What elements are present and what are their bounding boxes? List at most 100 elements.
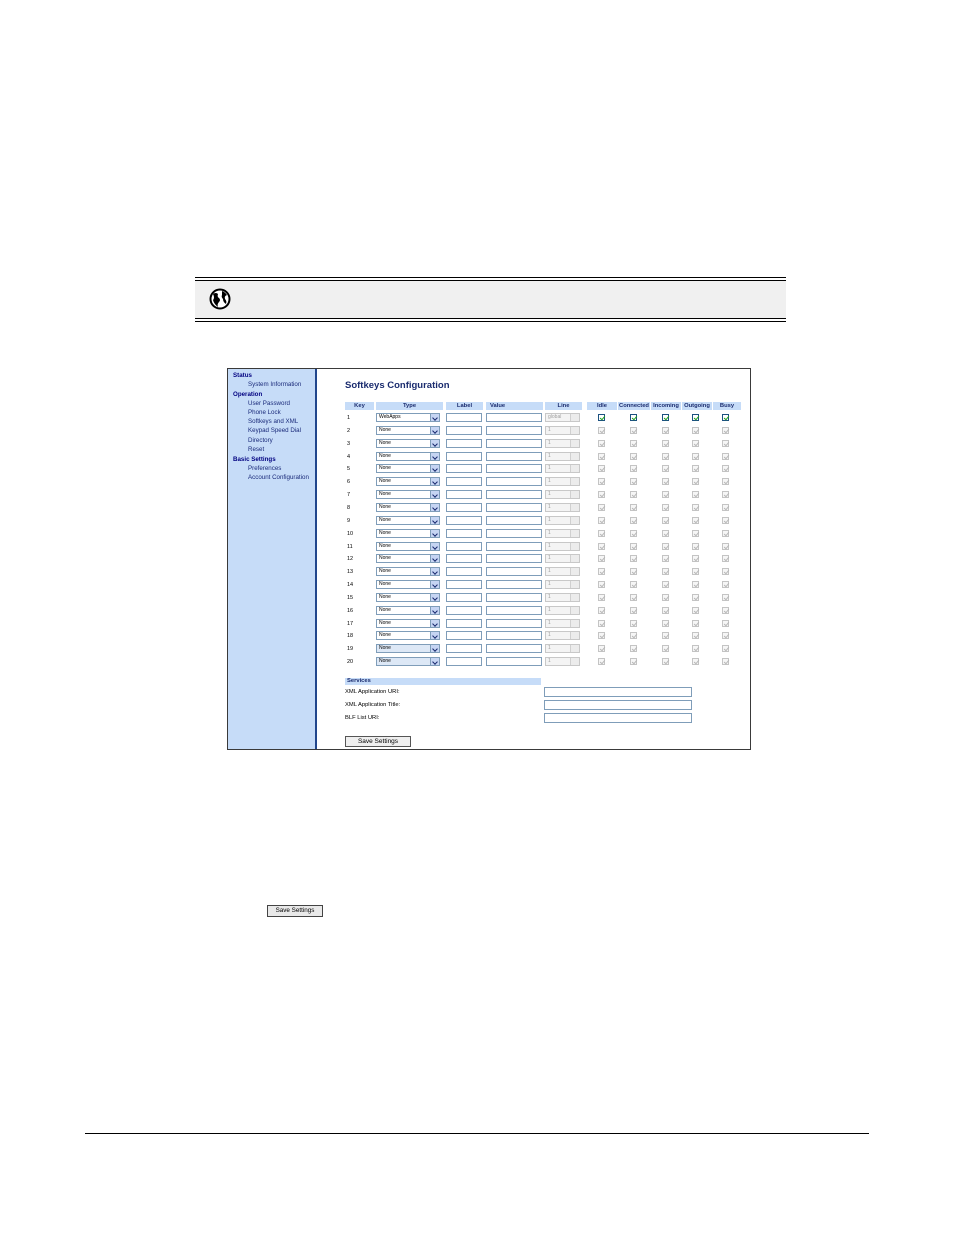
type-select[interactable]: None [376,567,440,577]
value-input[interactable] [486,477,542,487]
label-input[interactable] [446,515,482,525]
value-input[interactable] [486,580,542,590]
outgoing-checkbox[interactable] [692,593,699,601]
connected-checkbox[interactable] [630,593,637,601]
idle-checkbox[interactable] [598,439,605,447]
value-input[interactable] [486,515,542,525]
idle-checkbox[interactable] [598,645,605,653]
connected-checkbox[interactable] [630,465,637,473]
connected-checkbox[interactable] [630,503,637,511]
nav-directory[interactable]: Directory [248,437,273,444]
chevron-down-icon[interactable] [430,516,439,524]
type-select[interactable]: None [376,528,440,538]
outgoing-checkbox[interactable] [692,555,699,563]
label-input[interactable] [446,528,482,538]
chevron-down-icon[interactable] [430,568,439,576]
nav-preferences[interactable]: Preferences [248,465,281,472]
chevron-down-icon[interactable] [430,619,439,627]
idle-checkbox[interactable] [598,593,605,601]
chevron-down-icon[interactable] [570,593,579,601]
busy-checkbox[interactable] [722,491,729,499]
incoming-checkbox[interactable] [662,581,669,589]
chevron-down-icon[interactable] [430,581,439,589]
incoming-checkbox[interactable] [662,503,669,511]
line-select[interactable]: 1 [545,425,580,435]
connected-checkbox[interactable] [630,516,637,524]
connected-checkbox[interactable] [630,439,637,447]
nav-phone-lock[interactable]: Phone Lock [248,409,281,416]
connected-checkbox[interactable] [630,606,637,614]
line-select[interactable]: 1 [545,464,580,474]
outgoing-checkbox[interactable] [692,478,699,486]
incoming-checkbox[interactable] [662,568,669,576]
busy-checkbox[interactable] [722,503,729,511]
type-select[interactable]: None [376,451,440,461]
idle-checkbox[interactable] [598,632,605,640]
chevron-down-icon[interactable] [430,658,439,666]
idle-checkbox[interactable] [598,414,605,421]
incoming-checkbox[interactable] [662,414,669,421]
connected-checkbox[interactable] [630,658,637,666]
outgoing-checkbox[interactable] [692,503,699,511]
chevron-down-icon[interactable] [430,542,439,550]
line-select[interactable]: 1 [545,541,580,551]
line-select[interactable]: 1 [545,528,580,538]
type-select[interactable]: None [376,618,440,628]
label-input[interactable] [446,413,482,422]
nav-keypad-speed-dial[interactable]: Keypad Speed Dial [248,427,301,434]
outgoing-checkbox[interactable] [692,414,699,421]
line-select[interactable]: 1 [545,631,580,641]
connected-checkbox[interactable] [630,491,637,499]
type-select[interactable]: None [376,580,440,590]
connected-checkbox[interactable] [630,426,637,434]
value-input[interactable] [486,631,542,641]
idle-checkbox[interactable] [598,452,605,460]
chevron-down-icon[interactable] [430,426,439,434]
xml-app-title-input[interactable] [544,700,692,710]
chevron-down-icon[interactable] [570,478,579,486]
chevron-down-icon[interactable] [430,529,439,537]
chevron-down-icon[interactable] [430,414,439,421]
connected-checkbox[interactable] [630,478,637,486]
busy-checkbox[interactable] [722,478,729,486]
line-select[interactable]: 1 [545,502,580,512]
chevron-down-icon[interactable] [570,581,579,589]
chevron-down-icon[interactable] [430,632,439,640]
chevron-down-icon[interactable] [570,516,579,524]
connected-checkbox[interactable] [630,542,637,550]
connected-checkbox[interactable] [630,452,637,460]
chevron-down-icon[interactable] [430,503,439,511]
chevron-down-icon[interactable] [430,606,439,614]
chevron-down-icon[interactable] [430,465,439,473]
value-input[interactable] [486,490,542,500]
idle-checkbox[interactable] [598,503,605,511]
value-input[interactable] [486,554,542,564]
outgoing-checkbox[interactable] [692,516,699,524]
chevron-down-icon[interactable] [570,542,579,550]
label-input[interactable] [446,631,482,641]
busy-checkbox[interactable] [722,555,729,563]
idle-checkbox[interactable] [598,491,605,499]
busy-checkbox[interactable] [722,645,729,653]
label-input[interactable] [446,618,482,628]
type-select[interactable]: None [376,657,440,667]
label-input[interactable] [446,580,482,590]
label-input[interactable] [446,451,482,461]
label-input[interactable] [446,541,482,551]
nav-system-information[interactable]: System Information [248,381,301,388]
idle-checkbox[interactable] [598,529,605,537]
idle-checkbox[interactable] [598,555,605,563]
incoming-checkbox[interactable] [662,529,669,537]
idle-checkbox[interactable] [598,568,605,576]
nav-operation[interactable]: Operation [233,391,262,398]
chevron-down-icon[interactable] [570,606,579,614]
chevron-down-icon[interactable] [570,529,579,537]
outgoing-checkbox[interactable] [692,581,699,589]
nav-status[interactable]: Status [233,372,252,379]
value-input[interactable] [486,567,542,577]
incoming-checkbox[interactable] [662,426,669,434]
line-select[interactable]: 1 [545,644,580,654]
label-input[interactable] [446,490,482,500]
busy-checkbox[interactable] [722,426,729,434]
chevron-down-icon[interactable] [430,555,439,563]
